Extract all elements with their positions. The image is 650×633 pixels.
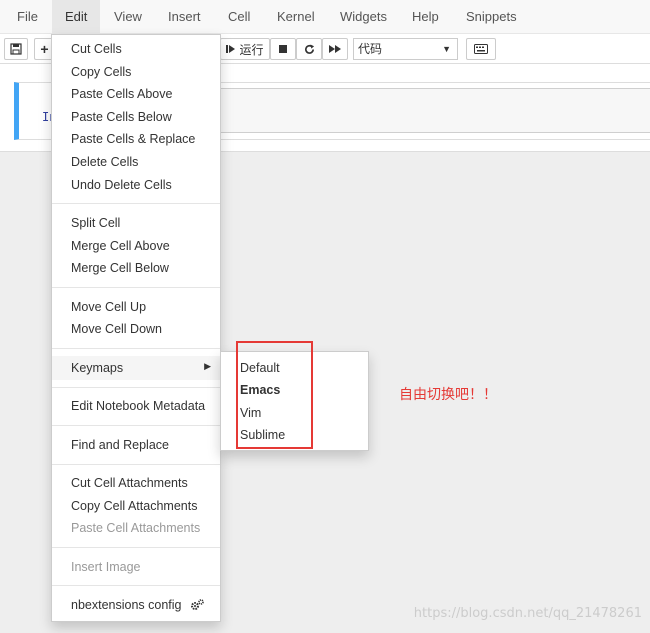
menu-item-move-down[interactable]: Move Cell Down (71, 322, 162, 336)
chevron-down-icon: ▼ (442, 44, 451, 54)
command-palette-button[interactable] (466, 38, 496, 60)
menu-item-cut-attachments[interactable]: Cut Cell Attachments (71, 476, 188, 490)
highlight-box (236, 341, 313, 449)
run-label: 运行 (239, 42, 264, 57)
gears-icon (190, 599, 204, 610)
menu-divider (52, 547, 220, 548)
menu-item-find-replace[interactable]: Find and Replace (71, 438, 169, 452)
menu-item-paste-below[interactable]: Paste Cells Below (71, 110, 172, 124)
menu-item-merge-below[interactable]: Merge Cell Below (71, 261, 169, 275)
menu-kernel[interactable]: Kernel (277, 0, 315, 34)
run-button[interactable]: 运行 (220, 38, 270, 60)
menu-item-delete-cells[interactable]: Delete Cells (71, 155, 138, 169)
save-button[interactable] (4, 38, 28, 60)
cell-type-select[interactable]: 代码 ▼ (353, 38, 458, 60)
menu-item-nbextensions-config[interactable]: nbextensions config (71, 598, 204, 612)
menu-item-move-up[interactable]: Move Cell Up (71, 300, 146, 314)
menu-divider (52, 425, 220, 426)
edit-menu-dropdown: Cut Cells Copy Cells Paste Cells Above P… (51, 34, 221, 622)
menu-item-merge-above[interactable]: Merge Cell Above (71, 239, 170, 253)
restart-button[interactable] (296, 38, 322, 60)
menu-divider (52, 387, 220, 388)
menu-divider (52, 203, 220, 204)
cell-type-value: 代码 (358, 42, 383, 56)
restart-run-all-button[interactable] (322, 38, 348, 60)
menu-item-paste-above[interactable]: Paste Cells Above (71, 87, 172, 101)
menu-item-edit-metadata[interactable]: Edit Notebook Metadata (71, 399, 205, 413)
menu-divider (52, 348, 220, 349)
caret-right-icon: ▶ (204, 361, 211, 371)
menubar: File Edit View Insert Cell Kernel Widget… (0, 0, 650, 34)
menu-edit[interactable]: Edit (52, 0, 101, 34)
menu-item-split-cell[interactable]: Split Cell (71, 216, 120, 230)
menu-view[interactable]: View (114, 0, 142, 34)
menu-divider (52, 585, 220, 586)
menu-item-undo-delete[interactable]: Undo Delete Cells (71, 178, 172, 192)
menu-file[interactable]: File (17, 0, 38, 34)
annotation-text: 自由切换吧！！ (399, 387, 497, 403)
plus-icon: + (40, 41, 49, 57)
menu-snippets[interactable]: Snippets (466, 0, 517, 34)
nbextensions-config-label: nbextensions config (71, 598, 182, 612)
step-forward-icon (226, 45, 236, 53)
refresh-icon (304, 43, 314, 54)
menu-widgets[interactable]: Widgets (340, 0, 387, 34)
menu-divider (52, 287, 220, 288)
menu-item-cut-cells[interactable]: Cut Cells (71, 42, 122, 56)
menu-item-keymaps[interactable]: Keymaps ▶ (52, 356, 220, 380)
keyboard-icon (474, 44, 488, 54)
stop-icon (279, 45, 287, 53)
menu-insert[interactable]: Insert (168, 0, 201, 34)
menu-item-paste-replace[interactable]: Paste Cells & Replace (71, 132, 195, 146)
cell-input-area[interactable] (220, 88, 650, 133)
menu-item-copy-cells[interactable]: Copy Cells (71, 65, 131, 79)
menu-item-keymaps-label: Keymaps (71, 361, 124, 375)
menu-cell[interactable]: Cell (228, 0, 250, 34)
menu-item-paste-attachments: Paste Cell Attachments (71, 521, 201, 535)
menu-help[interactable]: Help (412, 0, 439, 34)
fast-forward-icon (329, 45, 341, 53)
save-icon (10, 43, 22, 55)
menu-divider (52, 464, 220, 465)
menu-item-copy-attachments[interactable]: Copy Cell Attachments (71, 499, 197, 513)
interrupt-button[interactable] (270, 38, 296, 60)
watermark: https://blog.csdn.net/qq_21478261 (413, 606, 642, 621)
menu-item-insert-image: Insert Image (71, 560, 141, 574)
